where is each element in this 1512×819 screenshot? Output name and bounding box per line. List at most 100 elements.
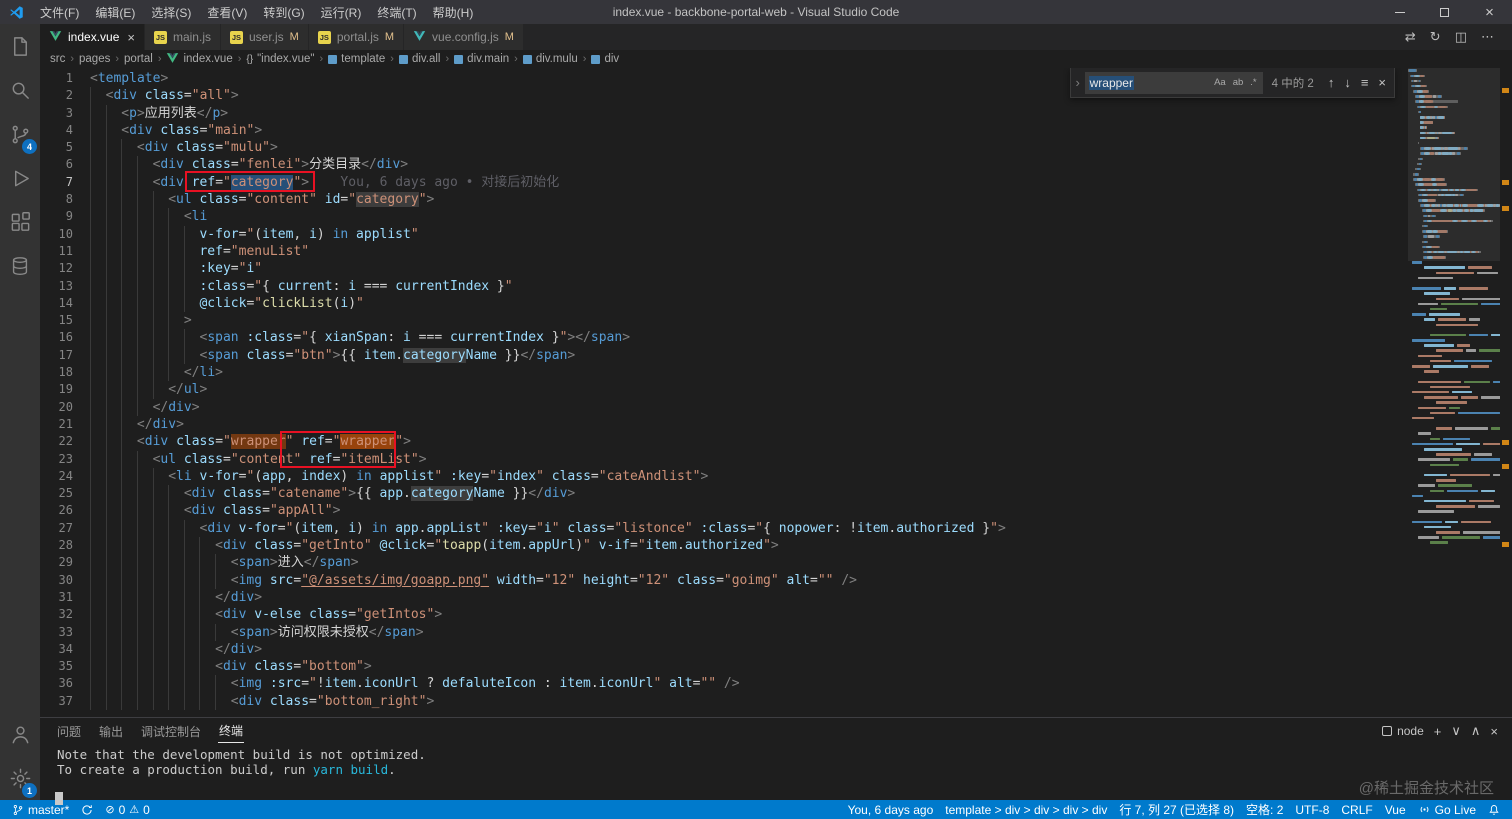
line-number[interactable]: 24	[40, 468, 90, 485]
line-number[interactable]: 2	[40, 87, 90, 104]
breadcrumb-item[interactable]: div.mulu	[522, 53, 578, 65]
code-line[interactable]: 36 <img :src="!item.iconUrl ? defaluteIco…	[40, 675, 1408, 693]
minimap-slider[interactable]	[1408, 68, 1500, 261]
find-close-button[interactable]: ×	[1373, 73, 1391, 92]
code-line[interactable]: 12:key="i"	[40, 260, 1408, 278]
split-editor-icon[interactable]: ◫	[1455, 29, 1467, 45]
line-number[interactable]: 15	[40, 312, 90, 329]
line-number[interactable]: 16	[40, 329, 90, 346]
search-icon[interactable]	[0, 68, 40, 112]
breadcrumb-item[interactable]: div.all	[398, 53, 441, 65]
line-number[interactable]: 25	[40, 485, 90, 502]
line-number[interactable]: 20	[40, 399, 90, 416]
line-number[interactable]: 9	[40, 208, 90, 225]
code-line[interactable]: 3 <p>应用列表</p>	[40, 104, 1408, 122]
code-line[interactable]: 26 <div class="appAll">	[40, 502, 1408, 520]
find-next-button[interactable]: ↓	[1339, 73, 1356, 92]
code-line[interactable]: 6 <div class="fenlei">分类目录</div>	[40, 156, 1408, 174]
breadcrumb-item[interactable]: {} "index.vue"	[246, 53, 314, 65]
line-number[interactable]: 5	[40, 139, 90, 156]
close-window-button[interactable]: ×	[1467, 0, 1512, 24]
line-number[interactable]: 34	[40, 641, 90, 658]
line-number[interactable]: 19	[40, 381, 90, 398]
line-number[interactable]: 18	[40, 364, 90, 381]
menu-item[interactable]: 帮助(H)	[425, 0, 482, 24]
tab-index.vue[interactable]: index.vue ×	[40, 24, 145, 50]
code-line[interactable]: 11 ref="menuList"	[40, 242, 1408, 261]
maximize-panel-button[interactable]: ∧	[1471, 723, 1481, 739]
code-line[interactable]: 29 <span>进入</span>	[40, 554, 1408, 572]
line-number[interactable]: 6	[40, 156, 90, 173]
line-number[interactable]: 26	[40, 502, 90, 519]
panel-tab-终端[interactable]: 终端	[218, 719, 245, 743]
code-line[interactable]: 33 <span>访问权限未授权</span>	[40, 623, 1408, 641]
code-line[interactable]: 4 <div class="main">	[40, 121, 1408, 140]
code-line[interactable]: 28 <div class="getInto" @click="toapp(ite…	[40, 537, 1408, 555]
more-actions-icon[interactable]: ⋯	[1481, 29, 1494, 45]
find-input[interactable]: wrapper Aa ab .*	[1084, 71, 1263, 94]
line-number[interactable]: 8	[40, 191, 90, 208]
breadcrumb-item[interactable]: template	[328, 53, 385, 65]
tab-main.js[interactable]: JS main.js	[144, 24, 221, 50]
find-previous-button[interactable]: ↑	[1323, 73, 1340, 92]
code-line[interactable]: 9 <li	[40, 208, 1408, 226]
line-number[interactable]: 29	[40, 554, 90, 571]
history-icon[interactable]: ↻	[1430, 29, 1441, 45]
database-icon[interactable]	[0, 244, 40, 288]
terminal-dropdown-chevron[interactable]: ∨	[1451, 723, 1461, 739]
tab-user.js[interactable]: JS user.js M	[220, 24, 309, 50]
line-number[interactable]: 31	[40, 589, 90, 606]
extensions-icon[interactable]	[0, 200, 40, 244]
line-number[interactable]: 32	[40, 606, 90, 623]
open-changes-icon[interactable]: ⇄	[1405, 29, 1416, 45]
line-number[interactable]: 3	[40, 105, 90, 122]
line-number[interactable]: 27	[40, 520, 90, 537]
menu-item[interactable]: 查看(V)	[199, 0, 255, 24]
overview-ruler[interactable]	[1500, 68, 1512, 717]
vscode-logo-icon[interactable]	[9, 5, 24, 20]
line-number[interactable]: 33	[40, 624, 90, 641]
code-line[interactable]: 23 <ul class="content" ref="itemList">	[40, 450, 1408, 468]
code-line[interactable]: 34 </div>	[40, 640, 1408, 659]
menu-item[interactable]: 编辑(E)	[87, 0, 143, 24]
menu-item[interactable]: 转到(G)	[255, 0, 312, 24]
code-line[interactable]: 32 <div v-else class="getIntos">	[40, 606, 1408, 624]
maximize-button[interactable]	[1422, 0, 1467, 24]
breadcrumb-item[interactable]: div	[591, 53, 619, 65]
code-line[interactable]: 17 <span class="btn">{{ item.categoryName…	[40, 346, 1408, 365]
run-debug-icon[interactable]	[0, 156, 40, 200]
code-line[interactable]: 31 </div>	[40, 588, 1408, 607]
code-line[interactable]: 13:class="{ current: i === currentIndex …	[40, 277, 1408, 295]
code-line[interactable]: 25 <div class="catename">{{ app.categoryN…	[40, 485, 1408, 503]
line-number[interactable]: 35	[40, 658, 90, 675]
line-number[interactable]: 13	[40, 278, 90, 295]
breadcrumb-item[interactable]: src	[50, 53, 65, 65]
panel-tab-输出[interactable]: 输出	[98, 720, 124, 743]
menu-item[interactable]: 选择(S)	[143, 0, 199, 24]
code-line[interactable]: 10 v-for="(item, i) in applist"	[40, 225, 1408, 243]
code-line[interactable]: 14 @click="clickList(i)"	[40, 294, 1408, 313]
terminal-output[interactable]: Note that the development build is not o…	[40, 744, 1512, 805]
close-tab-icon[interactable]: ×	[127, 30, 135, 45]
code-line[interactable]: 18 </li>	[40, 364, 1408, 382]
code-line[interactable]: 8 <ul class="content" id="category">	[40, 191, 1408, 209]
line-number[interactable]: 1	[40, 70, 90, 87]
breadcrumb-item[interactable]: pages	[79, 53, 110, 65]
code-line[interactable]: 30 <img src="@/assets/img/goapp.png" widt…	[40, 571, 1408, 589]
code-line[interactable]: 35 <div class="bottom">	[40, 658, 1408, 676]
explorer-icon[interactable]	[0, 24, 40, 68]
minimap[interactable]	[1408, 68, 1500, 717]
line-number[interactable]: 4	[40, 122, 90, 139]
code-line[interactable]: 16 <span :class="{ xianSpan: i === curren…	[40, 329, 1408, 347]
code-line[interactable]: 15 >	[40, 312, 1408, 330]
breadcrumb-item[interactable]: portal	[124, 53, 153, 65]
code-line[interactable]: 22 <div class="wrapper" ref="wrapper">	[40, 433, 1408, 451]
find-toggle-replace-chevron[interactable]: ›	[1071, 75, 1085, 90]
settings-gear-icon[interactable]: 1	[0, 756, 40, 800]
whole-word-icon[interactable]: ab	[1231, 76, 1246, 89]
code-line[interactable]: 20 </div>	[40, 398, 1408, 416]
panel-tab-调试控制台[interactable]: 调试控制台	[140, 720, 202, 743]
line-number[interactable]: 21	[40, 416, 90, 433]
menu-item[interactable]: 终端(T)	[369, 0, 424, 24]
close-panel-button[interactable]: ×	[1490, 724, 1498, 739]
